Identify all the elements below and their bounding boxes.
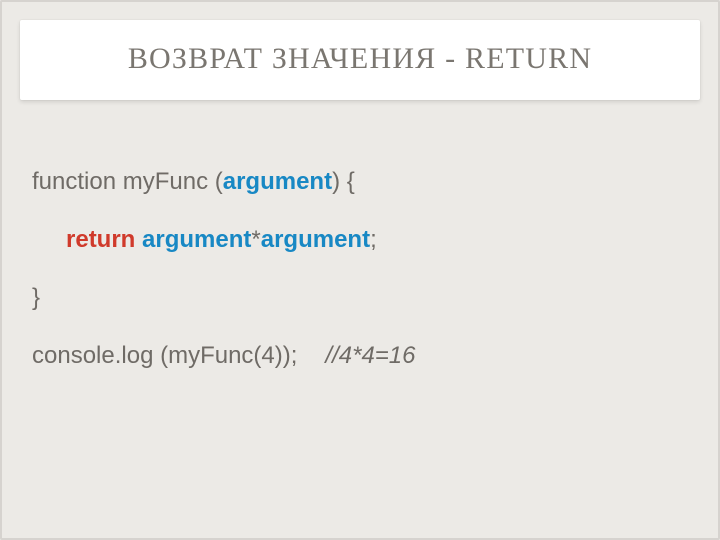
code-line-1: function myFunc (argument) { [32,167,688,197]
title-box: ВОЗВРАТ ЗНАЧЕНИЯ - RETURN [20,20,700,100]
slide: ВОЗВРАТ ЗНАЧЕНИЯ - RETURN function myFun… [0,0,720,540]
func-close: ) { [332,168,355,195]
code-line-2: return argument*argument; [32,225,688,255]
comment: //4*4=16 [325,342,415,369]
semicolon: ; [370,226,377,253]
slide-title: ВОЗВРАТ ЗНАЧЕНИЯ - RETURN [40,42,680,76]
console-call: console.log (myFunc(4)); [32,342,297,369]
code-block: function myFunc (argument) { return argu… [32,167,688,399]
code-line-4: console.log (myFunc(4)); //4*4=16 [32,341,688,371]
star-operator: * [251,226,260,253]
return-keyword: return [66,226,135,253]
code-line-3: } [32,283,688,313]
arg2: argument [261,226,370,253]
param-name: argument [223,168,332,195]
func-keyword: function myFunc ( [32,168,223,195]
arg1: argument [142,226,251,253]
closing-brace: } [32,284,40,311]
